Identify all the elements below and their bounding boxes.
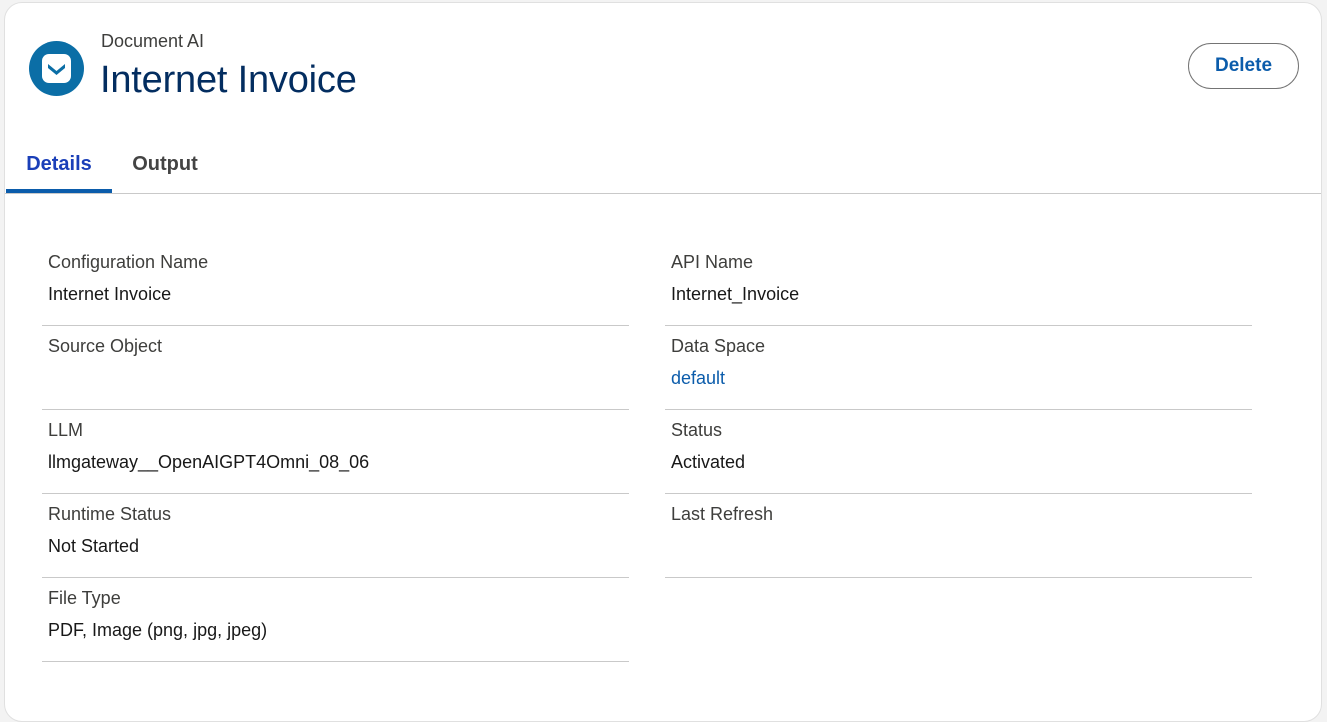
field-value: PDF, Image (png, jpg, jpeg) bbox=[48, 620, 268, 640]
document-ai-icon bbox=[29, 41, 84, 96]
field-api-name: API Name Internet_Invoice bbox=[665, 242, 1252, 326]
field-value: Activated bbox=[671, 452, 746, 472]
field-label: File Type bbox=[48, 588, 121, 608]
field-configuration-name: Configuration Name Internet Invoice bbox=[42, 242, 629, 326]
field-value: Internet Invoice bbox=[48, 284, 172, 304]
field-llm: LLM llmgateway__OpenAIGPT4Omni_08_06 bbox=[42, 410, 629, 494]
field-value: Not Started bbox=[48, 536, 140, 556]
record-card: Document AI Internet Invoice Delete Deta… bbox=[4, 2, 1322, 722]
field-label: API Name bbox=[671, 252, 754, 272]
field-label: Status bbox=[671, 420, 723, 440]
delete-button[interactable]: Delete bbox=[1188, 43, 1299, 89]
object-type-label: Document AI bbox=[101, 31, 205, 51]
page-title: Internet Invoice bbox=[100, 59, 357, 101]
field-label: LLM bbox=[48, 420, 84, 440]
field-label: Source Object bbox=[48, 336, 163, 356]
tab-bar: Details Output bbox=[5, 141, 1321, 194]
field-label: Configuration Name bbox=[48, 252, 209, 272]
tab-details[interactable]: Details bbox=[6, 141, 112, 193]
field-source-object: Source Object bbox=[42, 326, 629, 410]
field-runtime-status: Runtime Status Not Started bbox=[42, 494, 629, 578]
field-status: Status Activated bbox=[665, 410, 1252, 494]
field-file-type: File Type PDF, Image (png, jpg, jpeg) bbox=[42, 578, 629, 662]
field-last-refresh: Last Refresh bbox=[665, 494, 1252, 578]
field-label: Last Refresh bbox=[671, 504, 774, 524]
field-label: Runtime Status bbox=[48, 504, 172, 524]
tab-output[interactable]: Output bbox=[125, 141, 205, 193]
field-value: Internet_Invoice bbox=[671, 284, 800, 304]
data-space-link[interactable]: default bbox=[671, 368, 725, 389]
field-value: llmgateway__OpenAIGPT4Omni_08_06 bbox=[48, 452, 370, 472]
field-label: Data Space bbox=[671, 336, 766, 356]
field-data-space: Data Space default bbox=[665, 326, 1252, 410]
